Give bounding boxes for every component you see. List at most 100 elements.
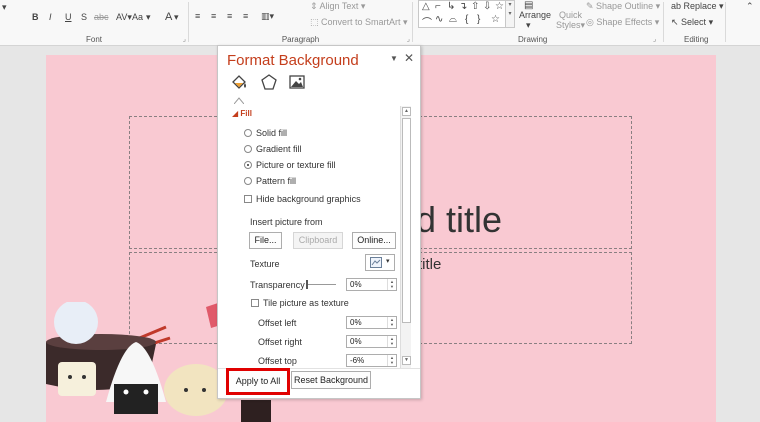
font-dialog-launcher-icon[interactable]: ⌟ [183,35,186,43]
paragraph-dialog-launcher-icon[interactable]: ⌟ [407,35,410,43]
texture-label: Texture [250,259,280,269]
brace-left-shape-icon[interactable]: { [465,14,468,25]
brace-right-shape-icon[interactable]: } [477,14,480,25]
offset-top-spinner-icon[interactable]: ▲ ▼ [387,355,396,366]
file-button[interactable]: File... [249,232,282,249]
clipboard-button[interactable]: Clipboard [293,232,343,249]
offset-top-value: -6% [350,356,365,365]
change-case-dropdown-icon[interactable]: ▾ [146,12,151,23]
collapse-ribbon-icon[interactable]: ⌃ [746,1,754,12]
offset-right-value: 0% [350,337,362,346]
picture-fill-option[interactable]: Picture or texture fill [244,160,336,170]
scroll-up-icon[interactable]: ▲ [402,107,411,116]
italic-button[interactable]: I [49,12,52,22]
picture-fill-radio[interactable] [244,161,252,169]
offset-left-label: Offset left [258,318,297,328]
shadow-button[interactable]: S [81,12,87,22]
justify-icon[interactable]: ≡ [243,11,248,21]
curve-shape-icon[interactable]: ⌒ [422,14,432,29]
bold-button[interactable]: B [32,12,39,22]
font-color-button[interactable]: A [165,11,172,23]
reset-background-button[interactable]: Reset Background [291,371,371,389]
fill-tab-icon[interactable] [230,73,248,91]
align-center-icon[interactable]: ≡ [211,11,216,21]
font-size-dropdown-icon[interactable]: ▾ [2,2,7,13]
shapes-gallery-scroll[interactable]: ▾ ▾ [506,0,515,28]
l-shape-icon[interactable]: ⌐ [435,1,441,12]
font-group: ▾ B I U S abc AV▾ Aa ▾ A ▾ Font ⌟ [0,0,188,46]
pattern-fill-option[interactable]: Pattern fill [244,176,296,186]
char-spacing-icon[interactable]: AV▾ [116,12,132,23]
pane-options-dropdown-icon[interactable]: ▼ [390,54,398,63]
shapes-gallery[interactable]: △ ⌐ ↳ ↴ ⇧ ⇩ ☆ ⌒ ∿ ⌓ { } ☆ [418,0,506,29]
connector-shape-icon[interactable]: ↳ [447,1,455,12]
transparency-spinner-icon[interactable]: ▲ ▼ [387,279,396,290]
drawing-group-label: Drawing [518,35,548,44]
offset-right-label: Offset right [258,337,302,347]
shape-effects-button[interactable]: ◎ Shape Effects ▾ [586,17,659,28]
transparency-slider-track[interactable] [306,284,336,285]
pane-close-icon[interactable]: ✕ [404,51,414,65]
online-button[interactable]: Online... [352,232,396,249]
tile-option[interactable]: Tile picture as texture [251,298,349,308]
change-case-button[interactable]: Aa [132,12,143,22]
convert-smartart-button[interactable]: ⬚ Convert to SmartArt ▾ [310,17,408,28]
gradient-fill-option[interactable]: Gradient fill [244,144,302,154]
offset-left-value: 0% [350,318,362,327]
strikethrough-button[interactable]: abc [94,12,109,22]
scroll-thumb[interactable] [402,118,411,323]
arrange-button[interactable]: Arrange [519,10,551,20]
texture-dropdown[interactable]: ▾ [365,254,395,271]
align-text-button[interactable]: ⇕ Align Text ▾ [310,1,365,12]
tile-checkbox[interactable] [251,299,259,307]
solid-fill-option[interactable]: Solid fill [244,128,287,138]
fill-section-label: Fill [240,109,252,118]
font-color-dropdown-icon[interactable]: ▾ [174,12,179,23]
drawing-dialog-launcher-icon[interactable]: ⌟ [653,35,656,43]
pane-title: Format Background [227,52,359,69]
offset-right-spinner-icon[interactable]: ▲ ▼ [387,336,396,347]
triangle-shape-icon[interactable]: △ [422,1,430,12]
effects-tab-icon[interactable] [260,73,278,91]
align-right-icon[interactable]: ≡ [227,11,232,21]
transparency-input[interactable]: 0% ▲ ▼ [346,278,397,291]
star-shape-icon[interactable]: ☆ [495,1,504,12]
arrow-down-shape-icon[interactable]: ⇩ [483,1,491,12]
arrange-dropdown-icon[interactable]: ▾ [526,20,531,31]
convert-smartart-label: Convert to SmartArt [321,17,401,27]
offset-right-input[interactable]: 0% ▲ ▼ [346,335,397,348]
hide-background-option[interactable]: Hide background graphics [244,194,361,204]
solid-fill-label: Solid fill [256,128,288,138]
apply-to-all-button[interactable]: Apply to All [226,368,290,395]
offset-left-spinner-icon[interactable]: ▲ ▼ [387,317,396,328]
underline-button[interactable]: U [65,12,72,22]
align-left-icon[interactable]: ≡ [195,11,200,21]
offset-left-input[interactable]: 0% ▲ ▼ [346,316,397,329]
transparency-value: 0% [350,280,362,289]
quick-styles-label-1: Quick [559,10,583,20]
arrow-up-shape-icon[interactable]: ⇧ [471,1,479,12]
select-button[interactable]: ↖ Select ▾ [671,17,713,28]
elbow-connector-icon[interactable]: ↴ [459,1,467,12]
star-shape-2-icon[interactable]: ☆ [491,14,500,25]
editing-group-label: Editing [684,35,709,44]
picture-tab-icon[interactable] [288,73,306,91]
offset-top-input[interactable]: -6% ▲ ▼ [346,354,397,367]
scroll-down-icon[interactable]: ▼ [402,356,411,365]
select-label: Select [681,17,707,27]
quick-styles-button[interactable]: Quick Styles▾ [556,10,585,30]
shape-outline-button[interactable]: ✎ Shape Outline ▾ [586,1,660,12]
pattern-fill-radio[interactable] [244,177,252,185]
quick-styles-label-2: Styles [556,20,581,30]
solid-fill-radio[interactable] [244,129,252,137]
hide-background-checkbox[interactable] [244,195,252,203]
fill-section-header[interactable]: ◢ Fill [232,109,252,118]
freeform-shape-icon[interactable]: ∿ [435,14,443,25]
pane-scrollbar[interactable]: ▲ ▼ [400,106,411,368]
columns-icon[interactable]: ▥▾ [261,11,274,22]
transparency-slider-thumb[interactable] [306,280,308,289]
replace-button[interactable]: ab Replace ▾ [671,1,724,12]
align-text-label: Align Text [319,1,359,11]
arc-shape-icon[interactable]: ⌓ [449,14,457,25]
gradient-fill-radio[interactable] [244,145,252,153]
